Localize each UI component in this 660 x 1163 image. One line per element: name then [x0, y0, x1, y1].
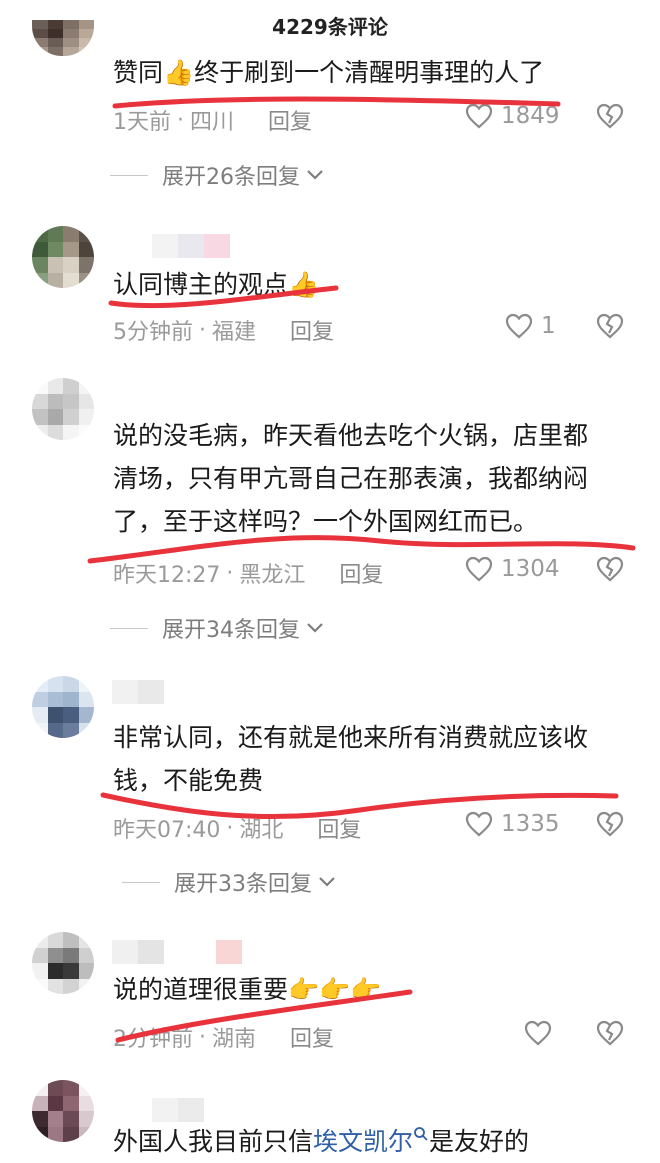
- comment-meta: 昨天12:27 · 黑龙江 回复: [113, 557, 383, 589]
- avatar[interactable]: [32, 1080, 94, 1142]
- like-count: 1: [541, 313, 556, 339]
- like-count: 1849: [501, 103, 560, 129]
- comment-text: 外国人我目前只信埃文凯尔 是友好的: [113, 1127, 530, 1156]
- broken-heart-icon[interactable]: [596, 313, 624, 339]
- comment-text: 说的没毛病，昨天看他去吃个火锅，店里都 清场，只有甲亢哥自己在那表演，我都纳闷 …: [113, 414, 588, 543]
- search-link[interactable]: 埃文凯尔: [313, 1127, 429, 1156]
- comment-meta: 2分钟前 · 湖南 回复: [113, 1021, 334, 1053]
- like-button[interactable]: 1304: [465, 556, 560, 582]
- comment-location: 湖北: [239, 818, 284, 843]
- comment-time: 1天前: [113, 110, 171, 135]
- like-button[interactable]: 1849: [465, 103, 560, 129]
- username-mosaic: [152, 1098, 204, 1122]
- expand-replies-label: 展开26条回复: [162, 165, 300, 190]
- comment-meta: 1天前 · 四川 回复: [113, 104, 312, 136]
- chevron-down-icon: [319, 877, 335, 887]
- comment-line: 非常认同，还有就是他来所有消费就应该收: [113, 723, 589, 752]
- heart-outline-icon: [465, 811, 493, 837]
- like-count: 1335: [501, 811, 560, 837]
- comment-line: 清场，只有甲亢哥自己在那表演，我都纳闷: [113, 464, 589, 493]
- heart-outline-icon: [505, 313, 533, 339]
- avatar[interactable]: [32, 226, 94, 288]
- avatar[interactable]: [32, 378, 94, 440]
- chevron-down-icon: [307, 170, 323, 180]
- like-button[interactable]: 1: [505, 313, 556, 339]
- page-title: 4229条评论: [0, 0, 660, 50]
- comment-line: 外国人我目前只信: [113, 1127, 314, 1156]
- search-icon: [414, 1127, 428, 1141]
- comment-line: 说的道理很重要👉👉👉: [113, 975, 382, 1004]
- comment-line: 了，至于这样吗？一个外国网红而已。: [113, 507, 539, 536]
- heart-outline-icon[interactable]: [524, 1020, 552, 1046]
- avatar[interactable]: [32, 676, 94, 738]
- comment-location: 黑龙江: [239, 563, 306, 588]
- comment-line: 认同博主的观点👍: [113, 270, 320, 299]
- comment-meta: 5分钟前 · 福建 回复: [113, 314, 334, 346]
- broken-heart-icon[interactable]: [596, 556, 624, 582]
- comment-line: 说的没毛病，昨天看他去吃个火锅，店里都: [113, 421, 589, 450]
- heart-outline-icon: [465, 103, 493, 129]
- comment-count-title: 4229条评论: [272, 14, 388, 39]
- broken-heart-icon[interactable]: [596, 811, 624, 837]
- comment-meta: 昨天07:40 · 湖北 回复: [113, 812, 361, 844]
- reply-button[interactable]: 回复: [339, 557, 383, 589]
- reply-button[interactable]: 回复: [290, 314, 334, 346]
- username-mosaic: [152, 234, 230, 258]
- avatar[interactable]: [32, 932, 94, 994]
- chevron-down-icon: [307, 623, 323, 633]
- expand-replies-label: 展开34条回复: [162, 618, 300, 643]
- comment-location: 湖南: [212, 1027, 257, 1052]
- reply-button[interactable]: 回复: [290, 1021, 334, 1053]
- username-mosaic: [112, 680, 164, 704]
- reply-button[interactable]: 回复: [268, 104, 312, 136]
- comment-text: 说的道理很重要👉👉👉: [113, 968, 381, 1011]
- comment-line: 钱，不能免费: [113, 766, 264, 795]
- comment-line: 赞同👍终于刷到一个清醒明事理的人了: [113, 58, 545, 87]
- comment-text: 非常认同，还有就是他来所有消费就应该收 钱，不能免费: [113, 716, 588, 802]
- like-button[interactable]: 1335: [465, 811, 560, 837]
- comment-text: 赞同👍终于刷到一个清醒明事理的人了: [113, 51, 544, 94]
- expand-replies-button[interactable]: 展开33条回复: [122, 866, 336, 898]
- broken-heart-icon[interactable]: [596, 1020, 624, 1046]
- expand-replies-button[interactable]: 展开26条回复: [110, 159, 324, 191]
- reply-button[interactable]: 回复: [317, 812, 361, 844]
- comment-text: 认同博主的观点👍: [113, 263, 319, 306]
- comment-time: 2分钟前: [113, 1027, 193, 1052]
- comment-time: 昨天07:40: [113, 818, 221, 843]
- comment-location: 四川: [190, 110, 235, 135]
- comment-time: 5分钟前: [113, 320, 193, 345]
- username-mosaic: [112, 940, 242, 964]
- expand-replies-label: 展开33条回复: [174, 872, 312, 897]
- like-count: 1304: [501, 556, 560, 582]
- heart-outline-icon: [465, 556, 493, 582]
- comment-location: 福建: [212, 320, 257, 345]
- expand-replies-button[interactable]: 展开34条回复: [110, 612, 324, 644]
- avatar[interactable]: [32, 20, 94, 56]
- broken-heart-icon[interactable]: [596, 103, 624, 129]
- comment-time: 昨天12:27: [113, 563, 221, 588]
